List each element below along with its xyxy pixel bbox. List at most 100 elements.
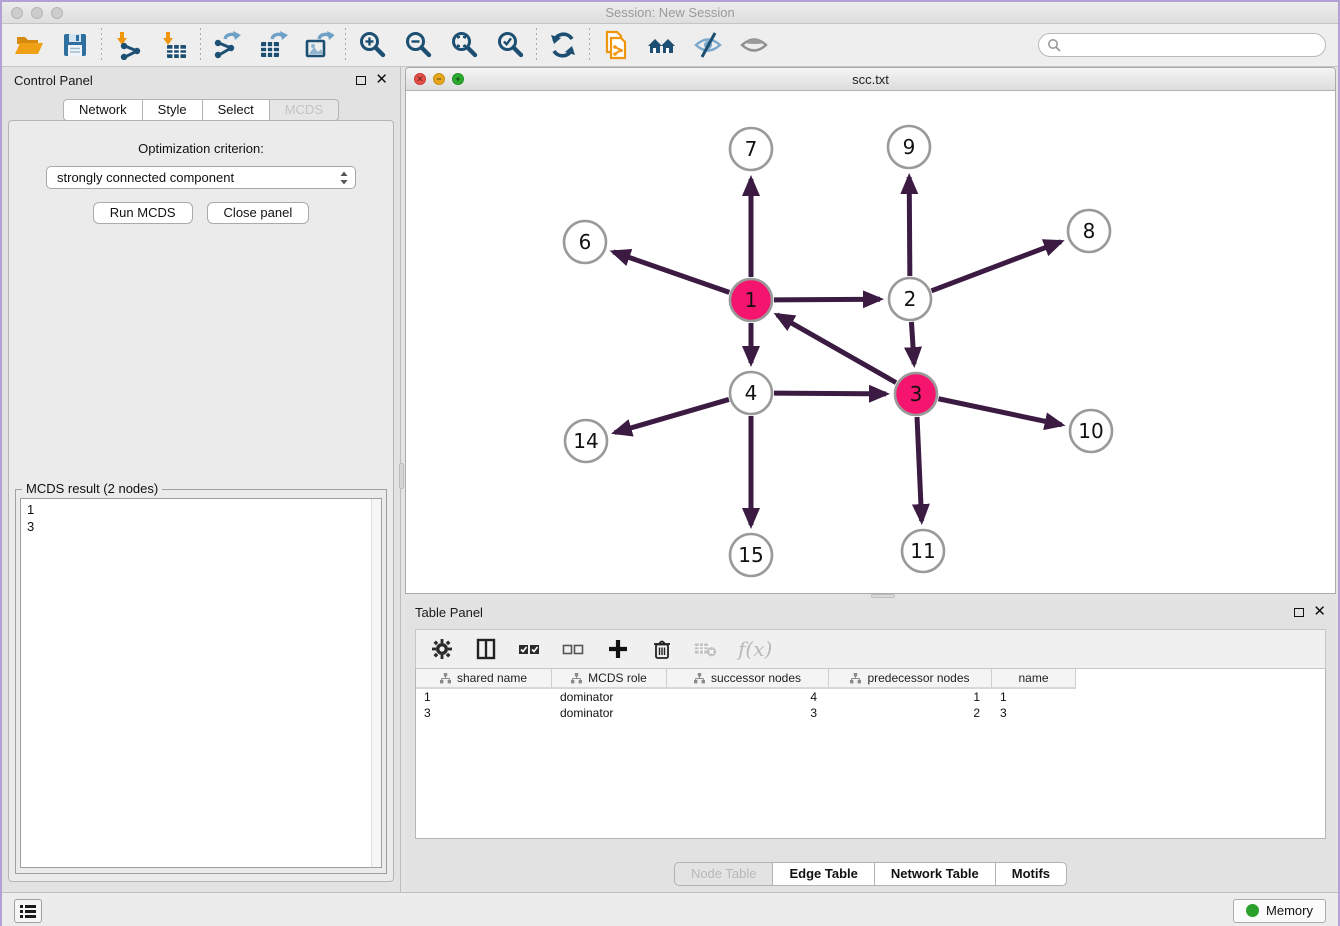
zoom-selected-icon[interactable] (495, 30, 525, 60)
columns-icon[interactable] (474, 637, 498, 661)
cell-MCDS-role[interactable]: dominator (552, 689, 667, 705)
edge-4-3[interactable] (774, 393, 886, 394)
column-header-predecessor-nodes[interactable]: predecessor nodes (829, 669, 992, 689)
horizontal-splitter-handle[interactable] (871, 594, 895, 598)
task-history-button[interactable] (14, 899, 42, 923)
network-window: ✕ − + scc.txt 7968124314101511 (405, 67, 1336, 594)
home-icon[interactable] (647, 30, 677, 60)
refresh-layout-icon[interactable] (548, 30, 578, 60)
network-window-titlebar[interactable]: ✕ − + scc.txt (406, 68, 1335, 91)
node-table-header[interactable]: shared nameMCDS rolesuccessor nodesprede… (416, 669, 1325, 689)
control-panel: Control Panel ✕ NetworkStyleSelectMCDS O… (2, 67, 401, 892)
edge-1-6[interactable] (613, 252, 729, 293)
cell-MCDS-role[interactable]: dominator (552, 705, 667, 721)
eye-icon[interactable] (739, 30, 769, 60)
zoom-out-icon[interactable] (403, 30, 433, 60)
function-builder-icon: f(x) (738, 637, 772, 661)
export-network-icon[interactable] (212, 30, 242, 60)
mcds-result-list[interactable]: 1 3 (20, 498, 382, 868)
tree-icon (694, 673, 705, 684)
tab-style[interactable]: Style (142, 99, 203, 121)
status-bar: Memory (2, 892, 1338, 926)
save-session-icon[interactable] (60, 30, 90, 60)
trash-icon[interactable] (650, 637, 674, 661)
table-toolbar: f(x) (415, 629, 1326, 669)
node-label-6: 6 (579, 230, 592, 254)
node-table-body[interactable]: 1dominator4113dominator323 (416, 689, 1325, 721)
network-window-title: scc.txt (406, 72, 1335, 87)
node-label-11: 11 (910, 539, 935, 563)
mcds-result-values: 1 3 (21, 499, 381, 535)
edge-2-8[interactable] (932, 242, 1061, 291)
mcds-result-title: MCDS result (2 nodes) (22, 481, 162, 496)
cell-predecessor-nodes[interactable]: 1 (829, 689, 992, 705)
add-icon[interactable] (606, 637, 630, 661)
export-image-icon[interactable] (304, 30, 334, 60)
edge-3-10[interactable] (939, 399, 1062, 425)
memory-button[interactable]: Memory (1233, 899, 1326, 923)
node-label-8: 8 (1083, 219, 1096, 243)
tab-mcds[interactable]: MCDS (269, 99, 339, 121)
column-header-successor-nodes[interactable]: successor nodes (667, 669, 829, 689)
node-label-1: 1 (745, 288, 758, 312)
table-row[interactable]: 1dominator411 (416, 689, 1325, 705)
edge-2-9[interactable] (909, 177, 910, 276)
node-label-10: 10 (1078, 419, 1103, 443)
tab-network[interactable]: Network (63, 99, 143, 121)
eye-slash-icon[interactable] (693, 30, 723, 60)
close-panel-button[interactable]: Close panel (207, 202, 310, 224)
copy-network-icon[interactable] (601, 30, 631, 60)
cell-successor-nodes[interactable]: 4 (667, 689, 829, 705)
edge-3-1[interactable] (777, 315, 896, 383)
gear-icon[interactable] (430, 637, 454, 661)
cell-successor-nodes[interactable]: 3 (667, 705, 829, 721)
export-table-icon[interactable] (258, 30, 288, 60)
result-scrollbar[interactable] (371, 499, 381, 867)
edge-3-11[interactable] (917, 417, 922, 521)
tab-network-table[interactable]: Network Table (874, 862, 996, 886)
optimization-criterion-label: Optimization criterion: (9, 141, 393, 156)
search-input[interactable] (1066, 38, 1317, 53)
deselect-all-icon[interactable] (562, 637, 586, 661)
cell-shared-name[interactable]: 3 (416, 705, 552, 721)
node-label-14: 14 (573, 429, 598, 453)
memory-status-icon (1246, 904, 1259, 917)
column-header-shared-name[interactable]: shared name (416, 669, 552, 689)
float-table-panel-icon[interactable] (1294, 608, 1304, 617)
column-header-name[interactable]: name (992, 669, 1076, 689)
tab-select[interactable]: Select (202, 99, 270, 121)
control-panel-tabs: NetworkStyleSelectMCDS (8, 99, 394, 121)
cell-predecessor-nodes[interactable]: 2 (829, 705, 992, 721)
tab-edge-table[interactable]: Edge Table (772, 862, 874, 886)
network-canvas[interactable]: 7968124314101511 (406, 91, 1335, 593)
run-mcds-button[interactable]: Run MCDS (93, 202, 193, 224)
tab-motifs[interactable]: Motifs (995, 862, 1067, 886)
import-network-icon[interactable] (113, 30, 143, 60)
search-box[interactable] (1038, 33, 1326, 57)
vertical-splitter-handle[interactable] (399, 463, 404, 489)
criterion-select[interactable]: strongly connected component (46, 166, 356, 189)
edge-2-3[interactable] (911, 322, 914, 364)
close-panel-icon[interactable]: ✕ (375, 75, 388, 85)
cell-name[interactable]: 3 (992, 705, 1076, 721)
node-label-15: 15 (738, 543, 763, 567)
window-titlebar: Session: New Session (2, 2, 1338, 24)
cell-name[interactable]: 1 (992, 689, 1076, 705)
edge-1-2[interactable] (774, 299, 880, 300)
zoom-in-icon[interactable] (357, 30, 387, 60)
node-table[interactable]: shared nameMCDS rolesuccessor nodesprede… (415, 669, 1326, 839)
network-graph[interactable]: 7968124314101511 (406, 91, 1335, 592)
cell-shared-name[interactable]: 1 (416, 689, 552, 705)
mcds-result-group: MCDS result (2 nodes) 1 3 (15, 489, 387, 874)
tab-node-table[interactable]: Node Table (674, 862, 774, 886)
select-all-icon[interactable] (518, 637, 542, 661)
open-session-icon[interactable] (14, 30, 44, 60)
import-table-icon[interactable] (159, 30, 189, 60)
table-row[interactable]: 3dominator323 (416, 705, 1325, 721)
float-panel-icon[interactable] (356, 76, 366, 85)
table-panel-tabs: Node TableEdge TableNetwork TableMotifs (405, 862, 1336, 886)
column-header-MCDS-role[interactable]: MCDS role (552, 669, 667, 689)
zoom-fit-icon[interactable] (449, 30, 479, 60)
close-table-panel-icon[interactable]: ✕ (1313, 607, 1326, 617)
edge-4-14[interactable] (615, 399, 729, 432)
